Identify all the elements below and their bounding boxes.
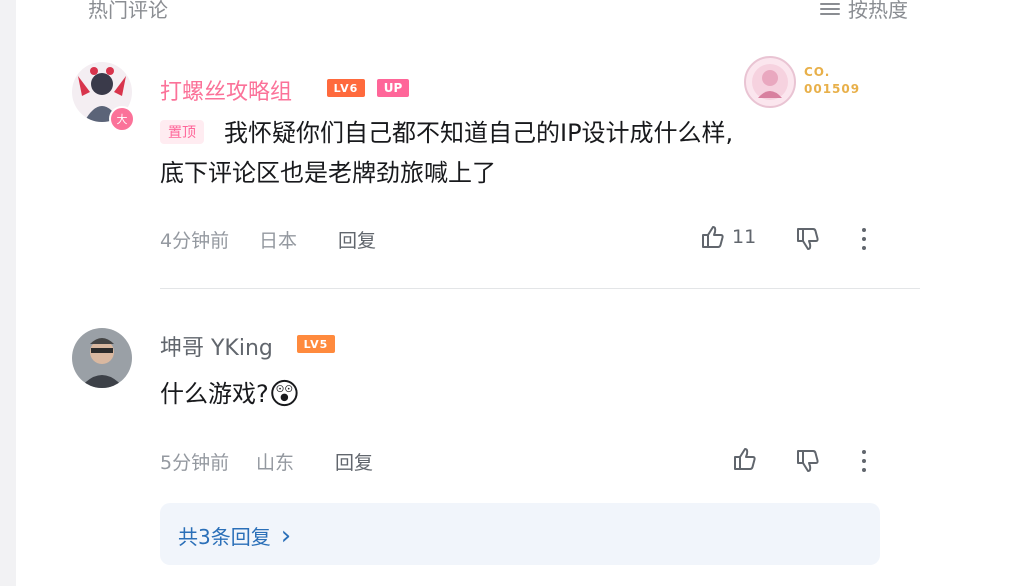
like-button[interactable]: 11 — [700, 224, 756, 250]
avatar-badge-text: 大 — [116, 113, 128, 126]
view-replies-label: 共3条回复 — [178, 525, 271, 549]
dislike-icon — [797, 228, 819, 250]
view-replies-link[interactable]: 共3条回复 › — [178, 521, 291, 550]
up-badge: UP — [377, 79, 409, 97]
username[interactable]: 打螺丝攻略组 — [160, 74, 292, 106]
chevron-right-icon: › — [280, 520, 292, 551]
comment-text-line2: 底下评论区也是老牌劲旅喊上了 — [160, 159, 496, 187]
comment-location: 日本 — [259, 230, 298, 252]
comment-text: 什么游戏?😲 — [160, 377, 301, 412]
comment-item: 大 打螺丝攻略组 LV6 UP CO. 001509 置顶 我怀疑你们自己都不知… — [16, 0, 1024, 290]
comment-time: 5分钟前 — [160, 452, 230, 474]
level-badge: LV6 — [327, 79, 365, 97]
like-icon — [734, 448, 756, 470]
fan-badge-icon — [744, 56, 796, 108]
dislike-button[interactable] — [795, 448, 821, 474]
surprised-emoji: 😲 — [268, 377, 301, 412]
like-icon — [702, 226, 724, 248]
reply-button[interactable]: 回复 — [335, 448, 373, 475]
avatar-badge: 大 — [109, 106, 135, 132]
like-button[interactable] — [732, 446, 758, 472]
more-icon[interactable] — [862, 450, 866, 472]
dislike-icon — [797, 450, 819, 472]
username[interactable]: 坤哥 YKing — [160, 330, 273, 362]
comment-text-line1: 我怀疑你们自己都不知道自己的IP设计成什么样, — [224, 119, 734, 147]
divider — [160, 288, 920, 289]
comment-panel: 热门评论 按热度 大 打螺丝攻略组 LV6 UP CO. 001509 置顶 我… — [16, 0, 1024, 586]
fan-badge-number: CO. 001509 — [804, 65, 861, 96]
fan-badge[interactable]: CO. 001509 — [742, 54, 872, 110]
reply-button[interactable]: 回复 — [338, 226, 376, 253]
more-icon[interactable] — [862, 228, 866, 250]
comment-location: 山东 — [256, 452, 295, 474]
dislike-button[interactable] — [795, 226, 821, 252]
comment-time: 4分钟前 — [160, 230, 230, 252]
level-badge: LV5 — [297, 335, 335, 353]
like-count: 11 — [732, 226, 757, 248]
pinned-tag: 置顶 — [160, 120, 204, 144]
replies-container: 共3条回复 › — [160, 503, 880, 565]
avatar[interactable] — [72, 328, 132, 388]
